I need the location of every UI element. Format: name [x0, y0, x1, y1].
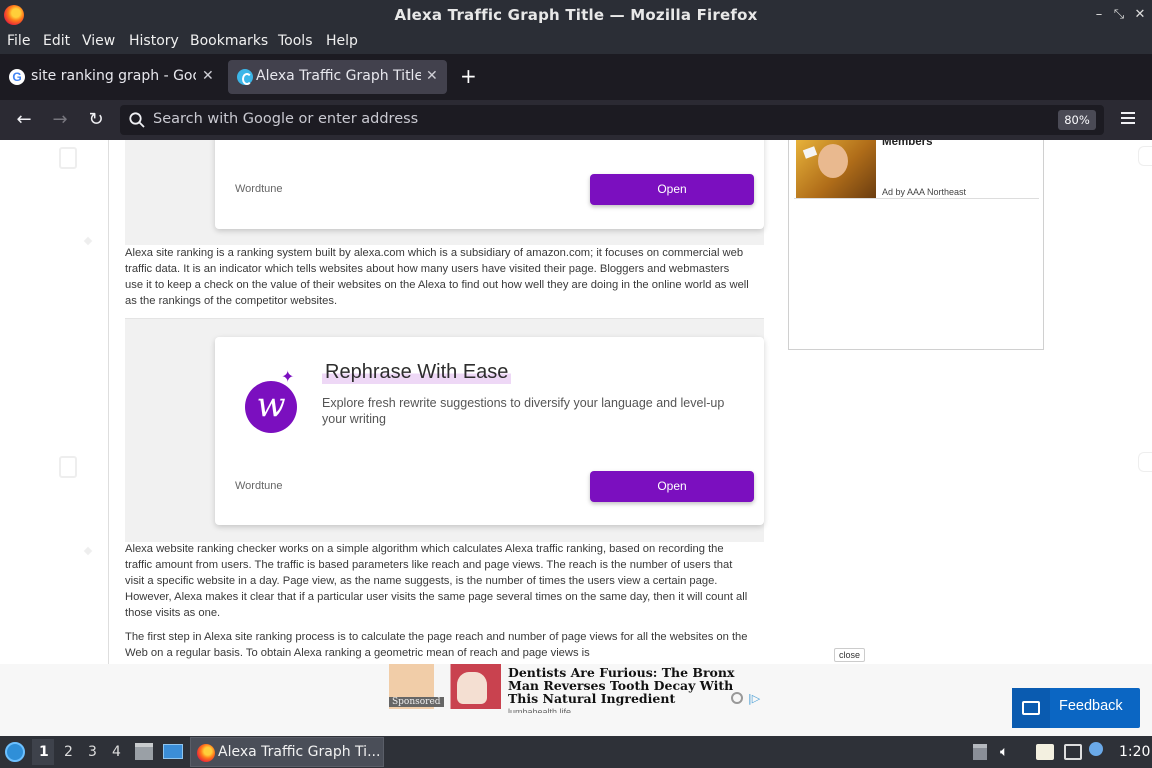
- taskbar-firefox-task[interactable]: Alexa Traffic Graph Ti...: [190, 737, 384, 767]
- edge-tab-handle[interactable]: [1138, 146, 1152, 166]
- clipboard-tray-icon[interactable]: [973, 744, 987, 760]
- bottom-ad-close-button[interactable]: close: [834, 648, 866, 662]
- feedback-label: Feedback: [1059, 698, 1123, 714]
- notification-tray-icon[interactable]: [1089, 742, 1103, 756]
- ad-brand: Wordtune: [235, 480, 283, 492]
- menu-tools[interactable]: Tools: [278, 33, 313, 49]
- wordtune-logo: w: [245, 381, 297, 433]
- faint-marker-icon: [83, 236, 93, 246]
- google-icon: G: [9, 69, 25, 85]
- tab-site-ranking-graph[interactable]: G site ranking graph - Google ✕: [0, 60, 222, 94]
- sparkle-icon: ✦: [281, 367, 295, 386]
- sidebar-ad[interactable]: Members Ad by AAA Northeast: [788, 140, 1044, 350]
- menu-edit[interactable]: Edit: [43, 33, 70, 49]
- tab-close-icon[interactable]: ✕: [202, 68, 214, 84]
- ad-title: Rephrase With Ease: [322, 361, 512, 384]
- firefox-icon: [197, 744, 215, 762]
- ad-image: [796, 140, 876, 198]
- edge-tab-handle[interactable]: [1138, 452, 1152, 472]
- ad-description: Explore fresh rewrite suggestions to div…: [322, 396, 725, 426]
- ad-container: Wordtune Open: [125, 140, 764, 245]
- window-title: Alexa Traffic Graph Title — Mozilla Fire…: [394, 6, 758, 24]
- wordtune-ad-card[interactable]: Wordtune Open: [215, 140, 764, 229]
- forward-arrow-icon[interactable]: →: [49, 109, 71, 131]
- network-tray-icon[interactable]: [1064, 744, 1082, 760]
- show-desktop-icon[interactable]: [163, 744, 183, 759]
- divider: [794, 198, 1039, 199]
- bottom-ad-headline[interactable]: Dentists Are Furious: The Bronx Man Reve…: [508, 666, 753, 705]
- close-icon[interactable]: ✕: [1133, 7, 1147, 23]
- menu-bar: File Edit View History Bookmarks Tools H…: [0, 30, 1152, 54]
- workspace-4[interactable]: 4: [112, 744, 121, 760]
- search-icon: [129, 112, 145, 128]
- address-placeholder: Search with Google or enter address: [153, 111, 419, 127]
- article-paragraph: Alexa website ranking checker works on a…: [125, 543, 748, 619]
- menu-help[interactable]: Help: [326, 33, 358, 49]
- ad-brand: Wordtune: [235, 183, 283, 195]
- ad-container: w ✦ Rephrase With Ease Explore fresh rew…: [125, 318, 764, 542]
- address-bar[interactable]: Search with Google or enter address 80%: [120, 105, 1104, 135]
- adchoices-icon[interactable]: |▷: [748, 692, 760, 705]
- workspace-1[interactable]: 1: [39, 744, 49, 760]
- menu-bookmarks[interactable]: Bookmarks: [190, 33, 268, 49]
- menu-file[interactable]: File: [7, 33, 30, 49]
- workspace-3[interactable]: 3: [88, 744, 97, 760]
- sidebar-ad-attribution: Ad by AAA Northeast: [882, 187, 967, 197]
- tab-label: site ranking graph - Google: [31, 68, 196, 84]
- page-viewport[interactable]: Wordtune Open Alexa site ranking is a ra…: [0, 140, 1152, 664]
- article-paragraph: The first step in Alexa site ranking pro…: [125, 631, 748, 659]
- ad-open-button[interactable]: Open: [590, 471, 754, 502]
- feedback-button[interactable]: Feedback: [1012, 688, 1140, 728]
- content-left-rule: [108, 140, 109, 664]
- tab-close-icon[interactable]: ✕: [426, 68, 438, 84]
- adchoices-circle-icon[interactable]: [731, 692, 743, 704]
- menu-view[interactable]: View: [82, 33, 115, 49]
- maximize-icon[interactable]: ⤡: [1112, 7, 1126, 23]
- minimize-icon[interactable]: –: [1092, 7, 1106, 23]
- new-tab-plus-icon[interactable]: +: [460, 64, 477, 88]
- sidebar-ad-headline: Members: [882, 140, 933, 148]
- faint-marker-icon: [83, 546, 93, 556]
- site-favicon-icon: [237, 69, 253, 85]
- zoom-indicator[interactable]: 80%: [1058, 110, 1096, 130]
- feedback-icon: [1012, 688, 1050, 728]
- task-label: Alexa Traffic Graph Ti...: [218, 744, 381, 760]
- tab-alexa-traffic-graph[interactable]: Alexa Traffic Graph Title ✕: [228, 60, 447, 94]
- faint-document-icon: [59, 456, 77, 478]
- article-paragraph: Alexa site ranking is a ranking system b…: [125, 247, 749, 307]
- navigation-bar: ← → ↻ Search with Google or enter addres…: [0, 100, 1152, 140]
- volume-icon[interactable]: 🔈︎: [1000, 744, 1018, 760]
- wordtune-ad-card[interactable]: w ✦ Rephrase With Ease Explore fresh rew…: [215, 337, 764, 525]
- file-manager-icon[interactable]: [135, 743, 153, 760]
- ad-open-button[interactable]: Open: [590, 174, 754, 205]
- workspace-2[interactable]: 2: [64, 744, 73, 760]
- window-titlebar: Alexa Traffic Graph Title — Mozilla Fire…: [0, 0, 1152, 30]
- start-menu-icon[interactable]: [5, 742, 25, 762]
- reload-icon[interactable]: ↻: [85, 109, 107, 131]
- taskbar-clock: 1:20: [1119, 744, 1151, 760]
- back-arrow-icon[interactable]: ←: [13, 109, 35, 131]
- tab-label: Alexa Traffic Graph Title: [256, 68, 421, 84]
- hamburger-menu-icon[interactable]: [1121, 112, 1135, 126]
- faint-document-icon: [59, 147, 77, 169]
- tab-bar: G site ranking graph - Google ✕ Alexa Tr…: [0, 54, 1152, 100]
- menu-history[interactable]: History: [129, 33, 179, 49]
- bottom-ad-source: lumbahealth.life: [508, 707, 572, 713]
- notes-tray-icon[interactable]: [1036, 744, 1054, 760]
- sponsored-label: Sponsored: [389, 697, 444, 707]
- bottom-ad-banner[interactable]: Sponsored Dentists Are Furious: The Bron…: [0, 664, 1152, 736]
- taskbar: 1 2 3 4 Alexa Traffic Graph Ti... 🔈︎ 1:2…: [0, 736, 1152, 768]
